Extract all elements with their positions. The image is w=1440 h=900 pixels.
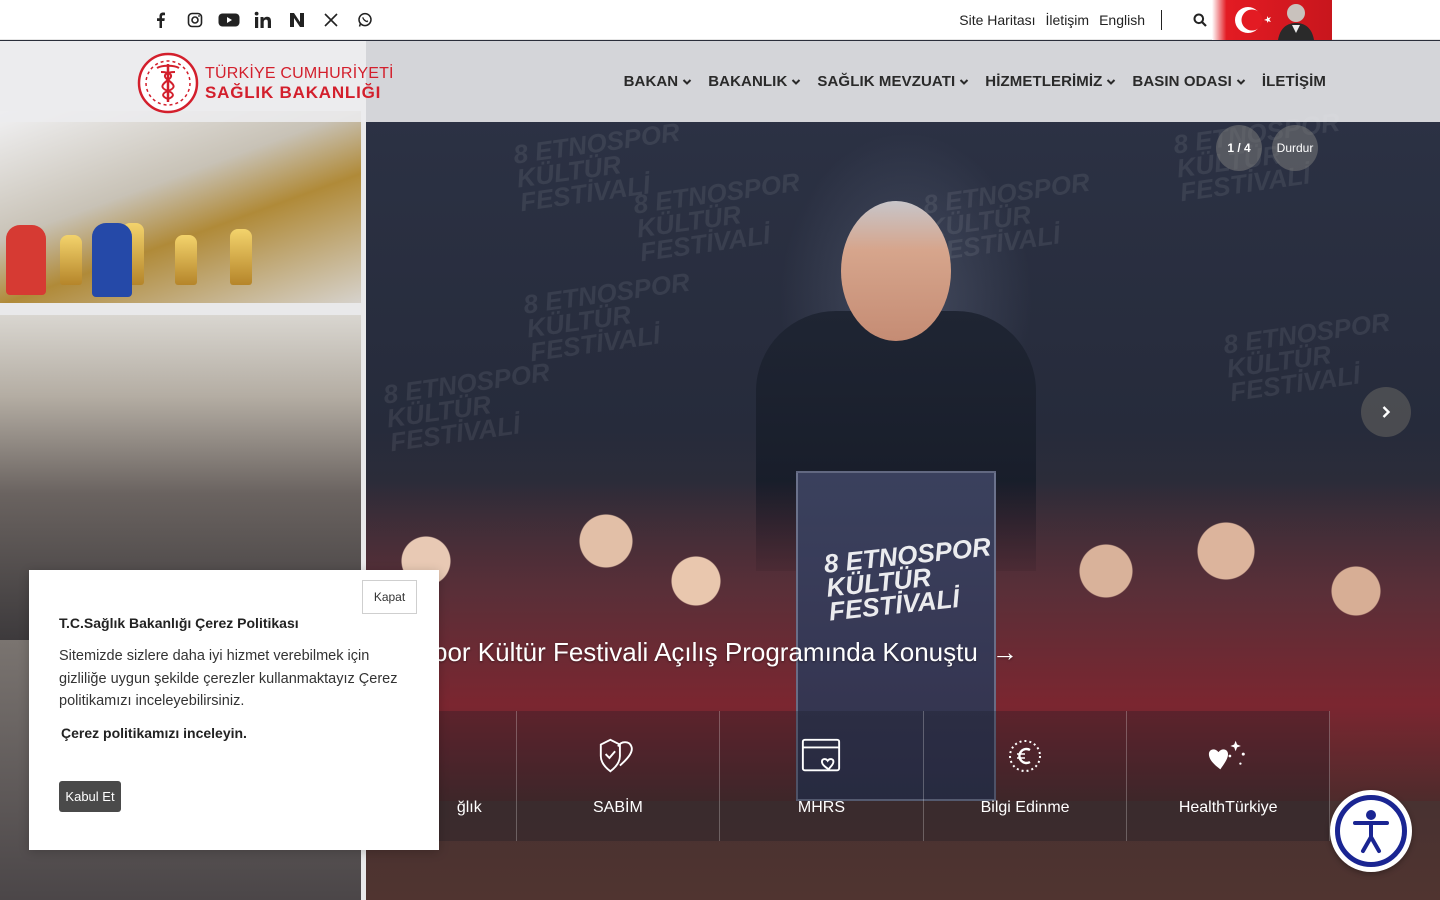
cookie-accept-button[interactable]: Kabul Et (59, 781, 121, 812)
top-bar: Site Haritası İletişim English (0, 0, 1440, 40)
logo-line-1: TÜRKİYE CUMHURİYETİ (205, 65, 394, 82)
nav-item-label: BAKAN (623, 73, 679, 90)
arrow-right-icon[interactable]: → (992, 637, 1018, 668)
quick-link-label: Bilgi Edinme (980, 799, 1070, 816)
chevron-down-icon (1236, 78, 1246, 85)
quick-link-mhrs[interactable]: MHRS (719, 711, 923, 841)
accessibility-button[interactable] (1330, 790, 1412, 872)
quick-link-sabim[interactable]: SABİM (515, 711, 720, 841)
cookie-text: Sitemizde sizlere daha iyi hizmet verebi… (59, 648, 398, 709)
top-links-divider (1161, 10, 1162, 30)
main-nav: BAKAN BAKANLIK SAĞLIK MEVZUATI HİZMETLER… (624, 41, 1326, 122)
quick-link-bilgi-edinme[interactable]: Bilgi Edinme (922, 711, 1127, 841)
foam-hand-blue (92, 223, 132, 297)
chevron-down-icon (1107, 78, 1116, 85)
quick-links: ğlık SABİM MHRS Bilgi Edinme HealthTürki… (312, 711, 1330, 859)
ministry-emblem-icon (137, 52, 199, 114)
nav-item-label: BAKANLIK (708, 73, 788, 90)
next-slide-button[interactable] (1361, 387, 1411, 437)
nav-item-hizmetlerimiz[interactable]: HİZMETLERİMİZ (985, 73, 1116, 90)
turkish-flag-ataturk-banner (1212, 0, 1332, 40)
foam-hand-red (6, 225, 46, 295)
whatsapp-icon[interactable] (354, 9, 376, 31)
quick-link-label: HealthTürkiye (1178, 799, 1278, 816)
nav-item-label: HİZMETLERİMİZ (985, 73, 1103, 90)
nsosyal-icon[interactable] (286, 9, 308, 31)
cookie-close-button[interactable]: Kapat (362, 580, 417, 614)
nav-item-iletisim[interactable]: İLETİŞİM (1262, 73, 1326, 90)
trophy (230, 229, 252, 285)
search-icon[interactable] (1190, 10, 1210, 30)
speaker-head (841, 201, 951, 341)
cookie-title: T.C.Sağlık Bakanlığı Çerez Politikası (59, 615, 299, 631)
trophies-photo (0, 111, 361, 303)
podium-festival-logo: 8 ETNOSPOR KÜLTÜR FESTİVALİ (822, 531, 993, 627)
facebook-icon[interactable] (150, 9, 172, 31)
sitemap-link[interactable]: Site Haritası (959, 12, 1035, 28)
slide-caption[interactable]: spor Kültür Festivali Açılış Programında… (420, 637, 1018, 668)
chevron-right-icon (1382, 406, 1391, 418)
contact-link[interactable]: İletişim (1046, 12, 1090, 28)
chevron-down-icon (792, 78, 801, 85)
festival-watermark: 8 ETNOSPORKÜLTÜRFESTİVALİ (381, 356, 552, 458)
nav-item-saglik-mevzuati[interactable]: SAĞLIK MEVZUATI (817, 73, 969, 90)
shield-heart-icon (597, 735, 639, 777)
slide-counter: 1 / 4 (1216, 125, 1262, 171)
main-header: TÜRKİYE CUMHURİYETİ SAĞLIK BAKANLIĞI BAK… (0, 41, 1440, 122)
info-c-icon (1004, 735, 1046, 777)
linkedin-icon[interactable] (252, 9, 274, 31)
pause-button[interactable]: Durdur (1272, 125, 1318, 171)
quick-link-label: SABİM (592, 799, 643, 816)
cookie-consent-panel: Kapat T.C.Sağlık Bakanlığı Çerez Politik… (29, 570, 439, 850)
trophy (175, 235, 197, 285)
slide-caption-text[interactable]: spor Kültür Festivali Açılış Programında… (420, 637, 978, 668)
nav-item-bakanlik[interactable]: BAKANLIK (708, 73, 801, 90)
quick-link-label: ğlık (456, 799, 482, 816)
youtube-icon[interactable] (218, 9, 240, 31)
top-links: Site Haritası İletişim English (959, 0, 1162, 40)
ministry-logo[interactable]: TÜRKİYE CUMHURİYETİ SAĞLIK BAKANLIĞI (137, 52, 394, 114)
logo-line-2: SAĞLIK BAKANLIĞI (205, 83, 382, 102)
nav-item-label: SAĞLIK MEVZUATI (817, 73, 956, 90)
cookie-policy-link[interactable]: Çerez politikamızı inceleyin. (61, 725, 247, 741)
quick-link-label: MHRS (797, 799, 846, 816)
chevron-down-icon (960, 78, 969, 85)
nav-item-bakan[interactable]: BAKAN (624, 73, 693, 90)
nav-item-label: BASIN ODASI (1132, 73, 1232, 90)
festival-watermark: 8 ETNOSPORKÜLTÜRFESTİVALİ (521, 266, 692, 368)
calendar-heart-icon (800, 735, 842, 777)
instagram-icon[interactable] (184, 9, 206, 31)
x-icon[interactable] (320, 9, 342, 31)
nav-item-basin-odasi[interactable]: BASIN ODASI (1132, 73, 1246, 90)
quick-link-healthturkiye[interactable]: HealthTürkiye (1126, 711, 1330, 841)
nav-item-label: İLETİŞİM (1261, 73, 1326, 90)
social-links (150, 0, 376, 40)
star-heart-icon (1207, 735, 1249, 777)
trophy (60, 235, 82, 285)
english-link[interactable]: English (1099, 12, 1145, 28)
accessibility-icon (1335, 795, 1407, 867)
chevron-down-icon (683, 78, 692, 85)
